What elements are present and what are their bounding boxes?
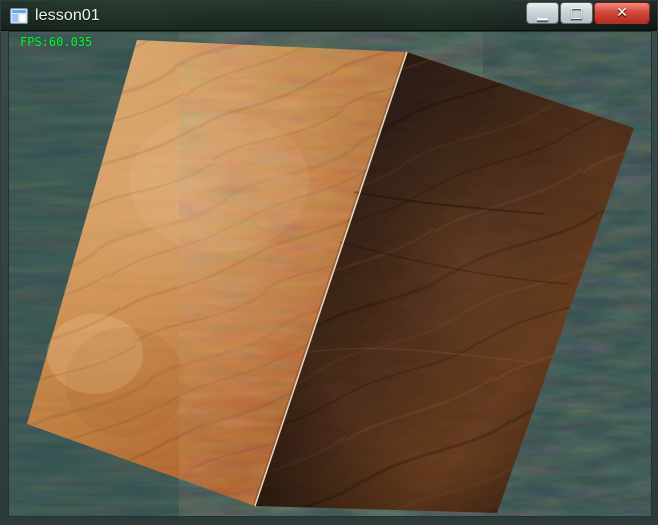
opengl-viewport[interactable]: FPS:60.035: [8, 31, 652, 517]
title-bar[interactable]: lesson01 ▁ □ ✕: [1, 1, 657, 31]
rendered-scene: [27, 40, 634, 513]
close-button[interactable]: ✕: [594, 2, 650, 24]
maximize-icon: □: [569, 5, 584, 21]
window-title: lesson01: [35, 7, 100, 24]
caption-buttons: ▁ □ ✕: [526, 2, 650, 24]
fps-counter: FPS:60.035: [20, 35, 93, 49]
close-icon: ✕: [616, 5, 628, 21]
app-window-icon: [10, 8, 28, 24]
minimize-icon: ▁: [537, 5, 548, 21]
maximize-button[interactable]: □: [560, 2, 593, 24]
minimize-button[interactable]: ▁: [526, 2, 559, 24]
app-window: lesson01 ▁ □ ✕ FPS:60.035: [0, 0, 658, 525]
